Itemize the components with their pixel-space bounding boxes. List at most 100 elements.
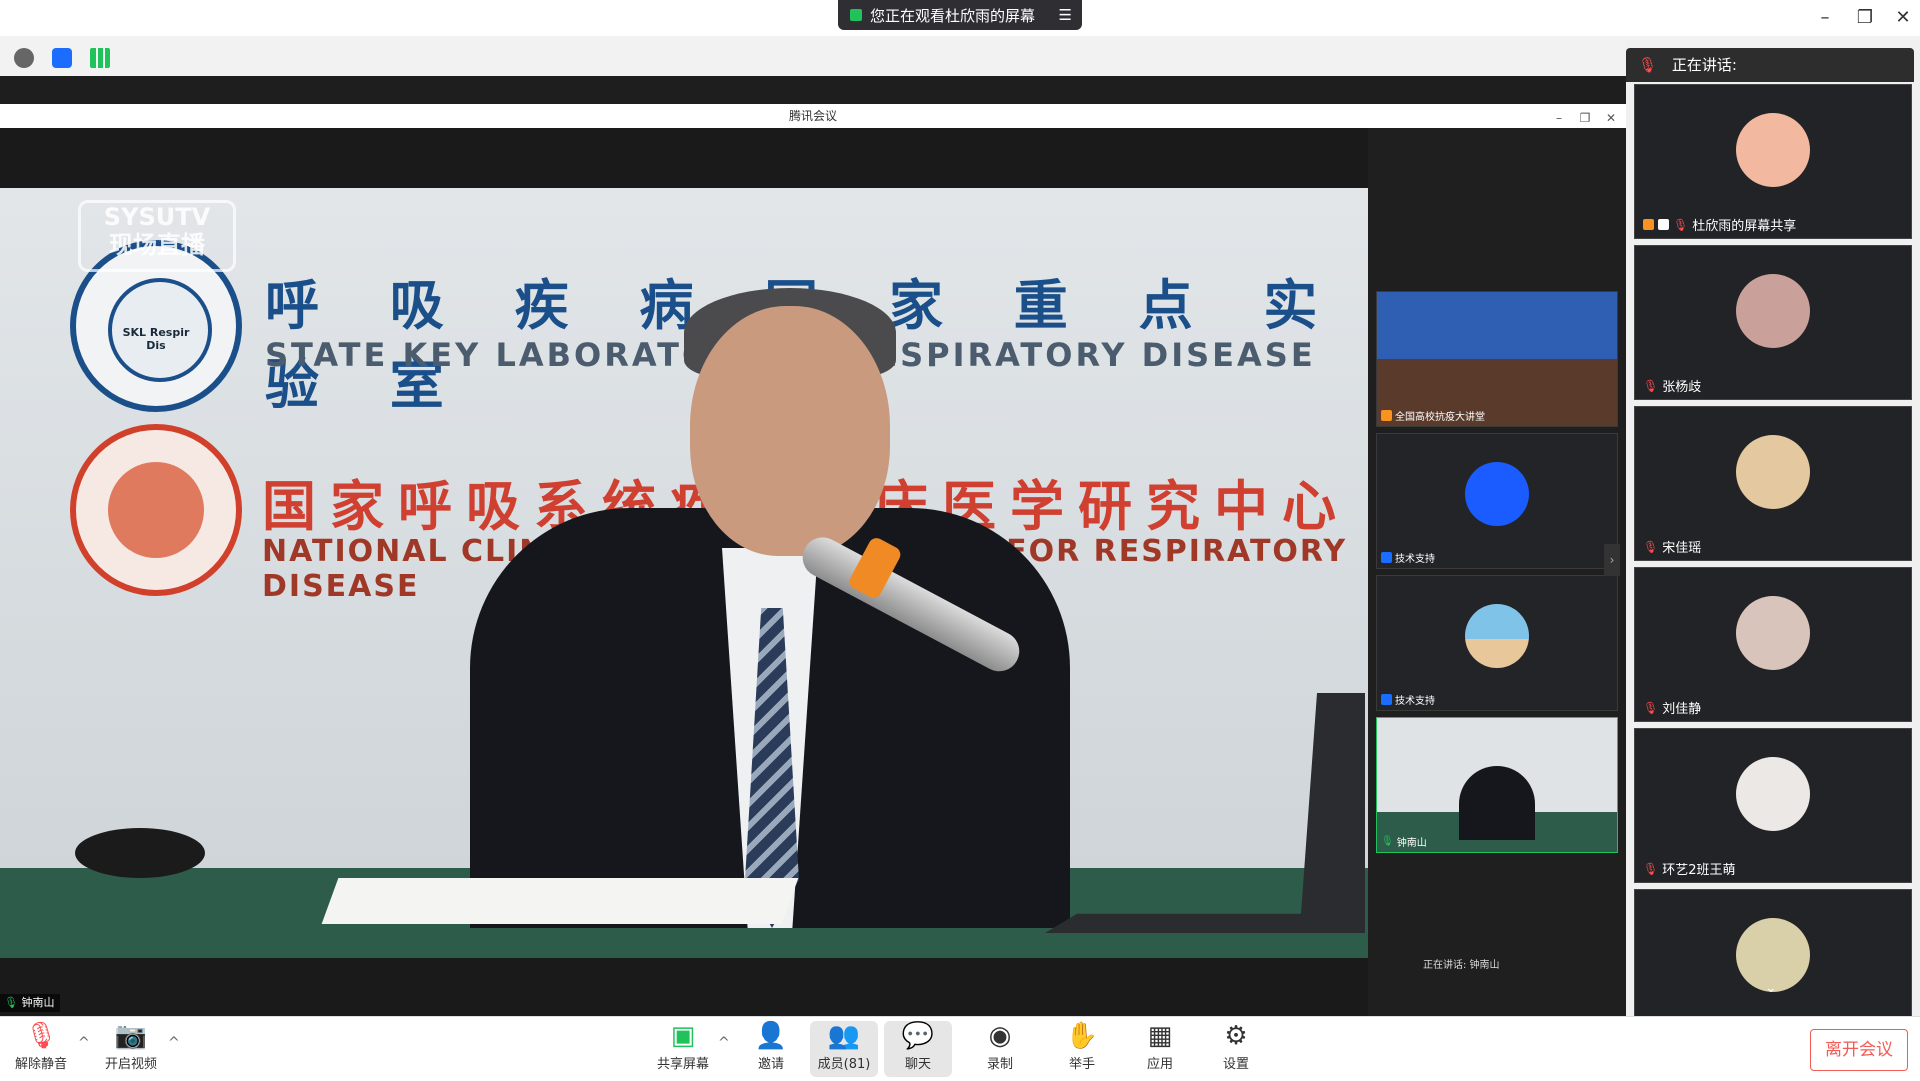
thumbnail-tile[interactable]: 🎙 钟南山	[1376, 717, 1618, 853]
screen-share-banner[interactable]: 您正在观看杜欣雨的屏幕 ☰	[838, 0, 1082, 30]
shield-icon[interactable]	[52, 48, 72, 68]
info-icon[interactable]	[14, 48, 34, 68]
avatar	[1465, 462, 1529, 526]
mic-muted-icon: 🎙	[1643, 861, 1659, 876]
mic-muted-icon: 🎙	[1643, 700, 1659, 715]
chat-label: 聊天	[904, 1057, 931, 1072]
shared-screen-backdrop	[0, 76, 1626, 104]
avatar	[1736, 596, 1810, 670]
participant-label: 🎙 宋佳瑶	[1643, 537, 1702, 557]
host-badge-icon	[1643, 219, 1654, 230]
start-video-label: 开启视频	[104, 1057, 157, 1072]
participant-name: 环艺2班王萌	[1662, 863, 1736, 878]
speaking-indicator: 正在讲话: 钟南山	[1423, 960, 1500, 971]
minimize-icon[interactable]: –	[1810, 6, 1840, 30]
thumbnail-label: 全国高校抗疫大讲堂	[1381, 408, 1485, 423]
record-label: 录制	[986, 1057, 1013, 1072]
avatar	[1736, 274, 1810, 348]
invite-button[interactable]: 👤 邀请	[746, 1021, 796, 1077]
apps-label: 应用	[1146, 1057, 1173, 1072]
thumbnail-name: 钟南山	[1396, 838, 1427, 849]
participant-tile[interactable]: 🎙 刘佳静	[1634, 567, 1912, 722]
sysutv-watermark: SYSUTV 现场直播	[78, 200, 236, 272]
skl-logo-text: SKL Respir Dis	[122, 326, 190, 352]
unmute-button[interactable]: 🎙 解除静音	[12, 1021, 70, 1077]
menu-icon[interactable]: ☰	[1059, 6, 1072, 24]
leave-meeting-button[interactable]: 离开会议	[1810, 1029, 1908, 1071]
speaker-name-tag: 🎙 钟南山	[0, 994, 61, 1012]
mic-muted-icon: 🎙	[1673, 217, 1689, 232]
record-button[interactable]: ◉ 录制	[974, 1021, 1026, 1077]
avatar	[1465, 604, 1529, 668]
participant-label: 🎙 张杨歧	[1643, 376, 1701, 396]
raise-hand-button[interactable]: ✋ 举手	[1056, 1021, 1108, 1077]
start-video-button[interactable]: 📷 开启视频	[102, 1021, 160, 1077]
thumbnail-label: 🎙 钟南山	[1381, 834, 1427, 849]
thumbnail-name: 技术支持	[1395, 554, 1435, 565]
chevron-up-icon[interactable]: ^	[718, 1035, 730, 1051]
participant-tile[interactable]: 🎙 杜欣雨的屏幕共享	[1634, 84, 1912, 239]
apps-button[interactable]: ▦ 应用	[1134, 1021, 1186, 1077]
inner-restore-icon: ❐	[1579, 111, 1591, 125]
participant-tile[interactable]: 🎙 张杨歧	[1634, 245, 1912, 400]
gear-icon: ⚙	[1224, 1021, 1248, 1051]
mic-muted-icon: 🎙	[1643, 378, 1659, 393]
participant-tile[interactable]: 🎙 宋佳瑶	[1634, 406, 1912, 561]
speaker-face	[690, 306, 890, 556]
participant-name: 宋佳瑶	[1662, 541, 1702, 556]
inner-minimize-icon: –	[1556, 111, 1562, 125]
members-button[interactable]: 👥 成员(81)	[810, 1021, 878, 1077]
chevron-down-icon[interactable]: ⌄	[1765, 980, 1777, 996]
share-screen-label: 共享屏幕	[656, 1057, 709, 1072]
thumbnail-label: 技术支持	[1381, 692, 1435, 707]
avatar	[1736, 435, 1810, 509]
mic-icon: 🎙	[4, 996, 18, 1009]
mic-muted-icon: 🎙	[1643, 539, 1659, 554]
video-frame: SKL Respir Dis SYSUTV 现场直播 呼 吸 疾 病 国 家 重…	[0, 188, 1368, 958]
user-badge-icon	[1381, 694, 1392, 705]
participant-tile[interactable]: ⌄	[1634, 889, 1912, 1018]
user-badge-icon	[1381, 552, 1392, 563]
speaking-header: 🎙 正在讲话:	[1626, 48, 1914, 82]
chevron-up-icon[interactable]: ^	[168, 1035, 180, 1051]
chevron-right-icon[interactable]: ›	[1604, 544, 1620, 576]
main-video-area[interactable]: SKL Respir Dis SYSUTV 现场直播 呼 吸 疾 病 国 家 重…	[0, 128, 1368, 1016]
chat-button[interactable]: 💬 聊天	[884, 1021, 952, 1077]
avatar	[1736, 757, 1810, 831]
host-badge-icon	[1381, 410, 1392, 421]
camera-off-icon: 📷	[114, 1021, 148, 1051]
settings-label: 设置	[1222, 1057, 1249, 1072]
speaker-name: 钟南山	[21, 996, 55, 1009]
share-screen-icon: ▣	[670, 1021, 696, 1051]
mic-icon: 🎙	[1381, 836, 1394, 847]
speaking-header-text: 正在讲话:	[1671, 56, 1737, 74]
research-center-logo	[70, 424, 242, 596]
restore-icon[interactable]: ❐	[1850, 6, 1880, 30]
video-thumbnail-column: 全国高校抗疫大讲堂 技术支持 技术支持 🎙 钟南山 正在讲话: 钟南山 ›	[1368, 128, 1626, 1016]
participants-gallery: 🎙 正在讲话: 🎙 杜欣雨的屏幕共享 🎙 张杨歧 🎙 宋佳瑶 🎙 刘佳静 🎙 环…	[1626, 40, 1920, 1018]
papers	[321, 878, 799, 924]
thumbnail-tile[interactable]: 全国高校抗疫大讲堂	[1376, 291, 1618, 427]
unmute-label: 解除静音	[14, 1057, 67, 1072]
add-user-icon: 👤	[754, 1021, 788, 1051]
participant-tile[interactable]: 🎙 环艺2班王萌	[1634, 728, 1912, 883]
chat-icon: 💬	[901, 1021, 935, 1051]
thumbnail-tile[interactable]: 技术支持	[1376, 575, 1618, 711]
share-screen-button[interactable]: ▣ 共享屏幕	[654, 1021, 712, 1077]
signal-icon[interactable]	[90, 48, 110, 68]
meeting-controls: 🎙 解除静音 ^ 📷 开启视频 ^ ▣ 共享屏幕 ^ 👤 邀请 👥 成员(81)…	[0, 1016, 1920, 1081]
avatar	[1736, 113, 1810, 187]
participant-name: 刘佳静	[1662, 702, 1702, 717]
share-banner-text: 您正在观看杜欣雨的屏幕	[870, 6, 1036, 25]
close-icon[interactable]: ✕	[1888, 6, 1918, 30]
thumbnail-tile[interactable]: 技术支持	[1376, 433, 1618, 569]
shared-window-title: 腾讯会议 – ❐ ✕	[0, 104, 1626, 129]
computer-mouse	[75, 828, 205, 878]
inner-close-icon: ✕	[1605, 111, 1617, 125]
record-icon: ◉	[988, 1021, 1012, 1051]
apps-icon: ▦	[1147, 1021, 1173, 1051]
invite-label: 邀请	[757, 1057, 784, 1072]
chevron-up-icon[interactable]: ^	[78, 1035, 90, 1051]
settings-button[interactable]: ⚙ 设置	[1210, 1021, 1262, 1077]
screen-share-icon	[1658, 219, 1669, 230]
